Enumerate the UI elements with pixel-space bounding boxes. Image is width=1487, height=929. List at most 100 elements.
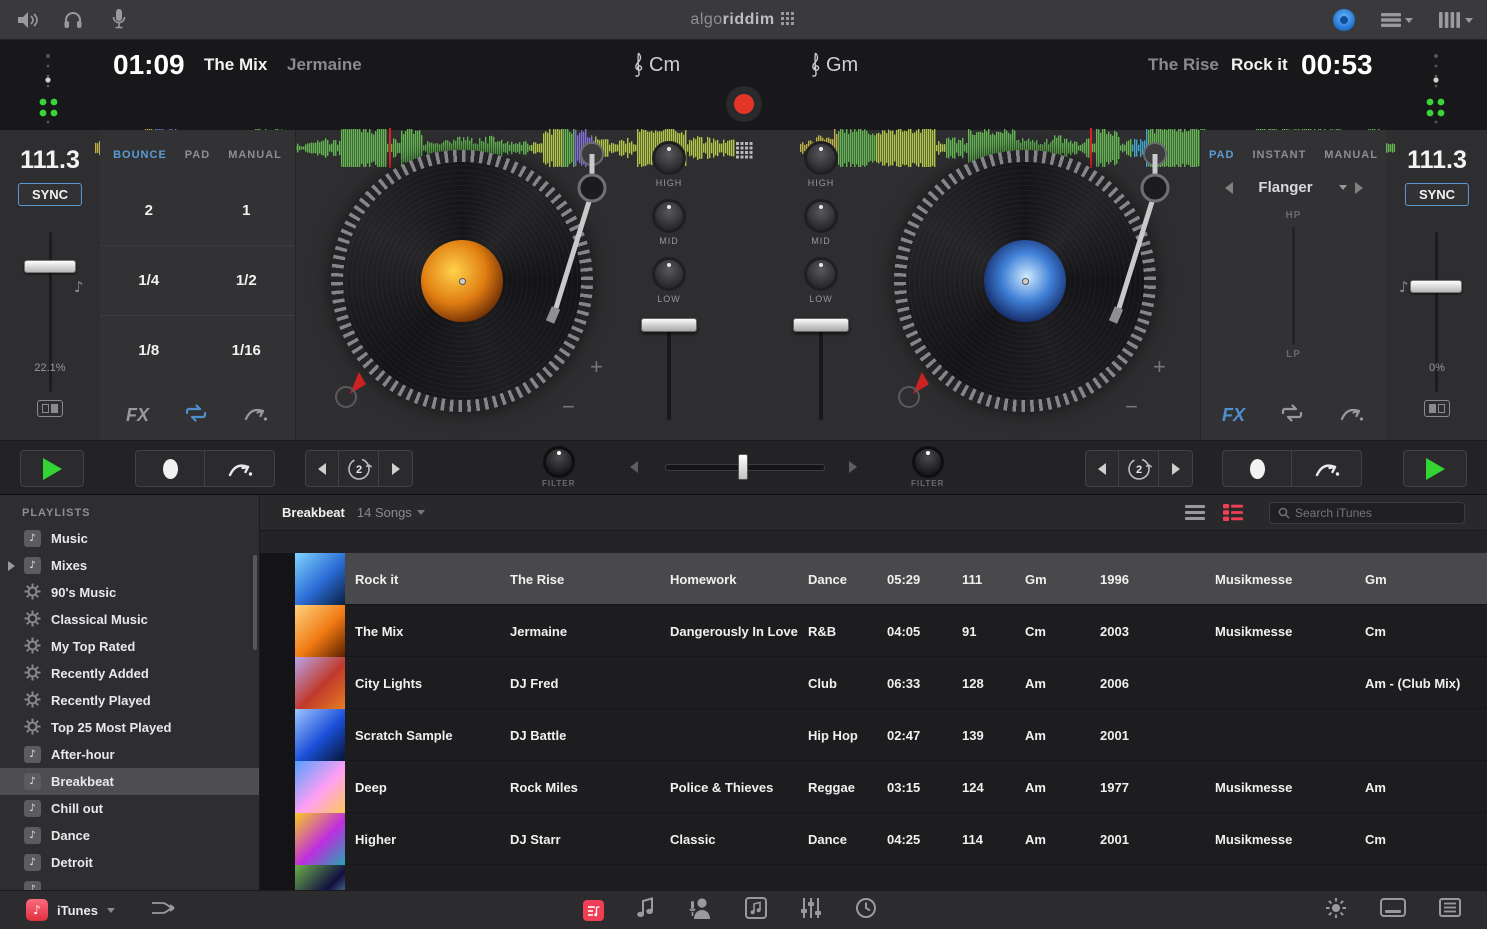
display-icon[interactable] <box>1380 898 1406 922</box>
columns-view-button[interactable] <box>1439 12 1473 28</box>
deck-b-pitch-bend-button[interactable] <box>898 386 920 408</box>
deck-b-slip-button[interactable] <box>1339 403 1365 428</box>
deck-b-tonearm[interactable] <box>1093 140 1213 340</box>
table-row-higher[interactable]: Higher DJ Starr Classic Dance 04:25 114 Am 2001… <box>260 813 1487 865</box>
sidebar-item-recently-added[interactable]: Recently Added <box>0 660 259 687</box>
effect-name[interactable]: Flanger <box>1241 179 1331 196</box>
loop-pad-1-4[interactable]: 1/4 <box>100 245 198 315</box>
library-song-count[interactable]: 14 Songs <box>357 505 425 520</box>
deck-a-eq-low-knob[interactable] <box>652 257 686 291</box>
deck-a-tab-manual[interactable]: MANUAL <box>228 149 282 161</box>
deck-b-cue-button[interactable] <box>1222 450 1292 487</box>
sidebar-item-top-25-most-played[interactable]: Top 25 Most Played <box>0 714 259 741</box>
deck-b-loop-button[interactable] <box>1279 402 1305 429</box>
disc-view-button[interactable] <box>1333 9 1355 31</box>
deck-a-filter[interactable]: FILTER <box>542 446 575 488</box>
deck-b-display-toggle[interactable] <box>1424 400 1450 417</box>
deck-b-eq-mid-knob[interactable] <box>804 199 838 233</box>
deck-b-minus-button[interactable]: − <box>1125 394 1138 420</box>
automix-icon[interactable] <box>151 899 177 922</box>
deck-a-volume-fader-handle[interactable] <box>641 318 697 332</box>
loop-pad-2[interactable]: 2 <box>100 175 198 245</box>
deck-b-loop-length[interactable]: 2 <box>1119 450 1159 487</box>
loop-pad-1-2[interactable]: 1/2 <box>197 245 295 315</box>
sidebar-item-my-top-rated[interactable]: My Top Rated <box>0 633 259 660</box>
crossfader-right-arrow[interactable] <box>849 461 857 473</box>
sidebar-item-dance[interactable]: ♪ Dance <box>0 822 259 849</box>
deck-b-eq-high-knob[interactable] <box>804 141 838 175</box>
deck-a-tonearm[interactable] <box>530 140 650 340</box>
brightness-icon[interactable] <box>1325 897 1347 924</box>
deck-b-sync-button[interactable]: SYNC <box>1404 183 1470 206</box>
deck-b-tab-instant[interactable]: INSTANT <box>1252 149 1306 161</box>
search-box[interactable] <box>1269 501 1465 524</box>
deck-a-eq-mid-knob[interactable] <box>652 199 686 233</box>
list-view-icon[interactable] <box>1185 505 1205 525</box>
effect-prev-button[interactable] <box>1224 181 1233 194</box>
table-row-scratch-sample[interactable]: Scratch Sample DJ Battle Hip Hop 02:47 139 Am… <box>260 709 1487 761</box>
loop-pad-1-16[interactable]: 1/16 <box>197 315 295 385</box>
loop-pad-1-8[interactable]: 1/8 <box>100 315 198 385</box>
deck-a-loop-button[interactable] <box>183 402 209 429</box>
detail-view-icon[interactable] <box>1223 504 1243 526</box>
deck-a-sync-button[interactable]: SYNC <box>17 183 83 206</box>
effect-dropdown-caret[interactable] <box>1338 185 1347 190</box>
sidebar-item-recently-played[interactable]: Recently Played <box>0 687 259 714</box>
history-icon[interactable] <box>855 897 877 924</box>
songs-icon[interactable] <box>637 896 655 924</box>
sidebar-item-music[interactable]: ♪ Music <box>0 525 259 552</box>
rows-view-button[interactable] <box>1381 13 1413 27</box>
deck-a-cue-button[interactable] <box>135 450 205 487</box>
deck-a-display-toggle[interactable] <box>37 400 63 417</box>
deck-a-tab-bounce[interactable]: BOUNCE <box>113 149 167 161</box>
deck-a-loop-halve-button[interactable] <box>305 450 339 487</box>
deck-b-volume-fader-handle[interactable] <box>793 318 849 332</box>
queue-list-icon[interactable] <box>1439 898 1461 922</box>
effect-next-button[interactable] <box>1354 181 1363 194</box>
deck-b-bend-button[interactable] <box>1292 450 1362 487</box>
deck-a-loop-length[interactable]: 2 <box>339 450 379 487</box>
crossfader-handle[interactable] <box>738 454 748 480</box>
deck-b-plus-button[interactable]: + <box>1153 354 1166 380</box>
disclosure-triangle-icon[interactable] <box>8 560 15 571</box>
effect-slider[interactable] <box>1292 227 1295 345</box>
deck-a-play-button[interactable] <box>20 450 84 487</box>
genres-icon[interactable] <box>800 897 822 924</box>
record-button[interactable] <box>726 86 762 122</box>
crossfader-left-arrow[interactable] <box>630 461 638 473</box>
artists-icon[interactable] <box>688 897 712 924</box>
loop-pad-1[interactable]: 1 <box>198 175 296 245</box>
sidebar-item-detroit[interactable]: ♪ Detroit <box>0 849 259 876</box>
table-row-city-lights[interactable]: City Lights DJ Fred Club 06:33 128 Am 2006 Am -… <box>260 657 1487 709</box>
deck-b-filter[interactable]: FILTER <box>911 446 944 488</box>
deck-a-bend-button[interactable] <box>205 450 275 487</box>
sidebar-item-classical-music[interactable]: Classical Music <box>0 606 259 633</box>
deck-a-loop-double-button[interactable] <box>379 450 413 487</box>
deck-a-plus-button[interactable]: + <box>590 354 603 380</box>
sidebar-scrollbar[interactable] <box>253 555 257 650</box>
deck-a-fx-button[interactable]: FX <box>126 405 149 426</box>
sidebar-item-90-s-music[interactable]: 90's Music <box>0 579 259 606</box>
library-source-selector[interactable]: ♪ iTunes <box>26 899 115 921</box>
deck-a-pitch-handle[interactable] <box>24 260 76 273</box>
table-row-partial[interactable] <box>260 865 1487 890</box>
sidebar-item-chill-out[interactable]: ♪ Chill out <box>0 795 259 822</box>
deck-b-tab-manual[interactable]: MANUAL <box>1324 149 1378 161</box>
playlists-icon[interactable] <box>583 899 604 921</box>
search-input[interactable] <box>1295 505 1445 520</box>
deck-a-eq-high-knob[interactable] <box>652 141 686 175</box>
deck-b-pitch-handle[interactable] <box>1410 280 1462 293</box>
sidebar-item-after-hour[interactable]: ♪ After-hour <box>0 741 259 768</box>
deck-a-slip-button[interactable] <box>243 403 269 428</box>
keypad-grid-icon[interactable] <box>736 142 753 164</box>
microphone-icon[interactable] <box>112 8 126 31</box>
deck-a-minus-button[interactable]: − <box>562 394 575 420</box>
deck-b-eq-low-knob[interactable] <box>804 257 838 291</box>
deck-a-tab-pad[interactable]: PAD <box>185 149 210 161</box>
deck-a-level-meter[interactable] <box>38 52 64 129</box>
deck-b-loop-halve-button[interactable] <box>1085 450 1119 487</box>
albums-icon[interactable] <box>745 896 767 924</box>
volume-icon[interactable] <box>16 11 38 29</box>
deck-b-loop-double-button[interactable] <box>1159 450 1193 487</box>
deck-b-tab-pad[interactable]: PAD <box>1209 149 1234 161</box>
